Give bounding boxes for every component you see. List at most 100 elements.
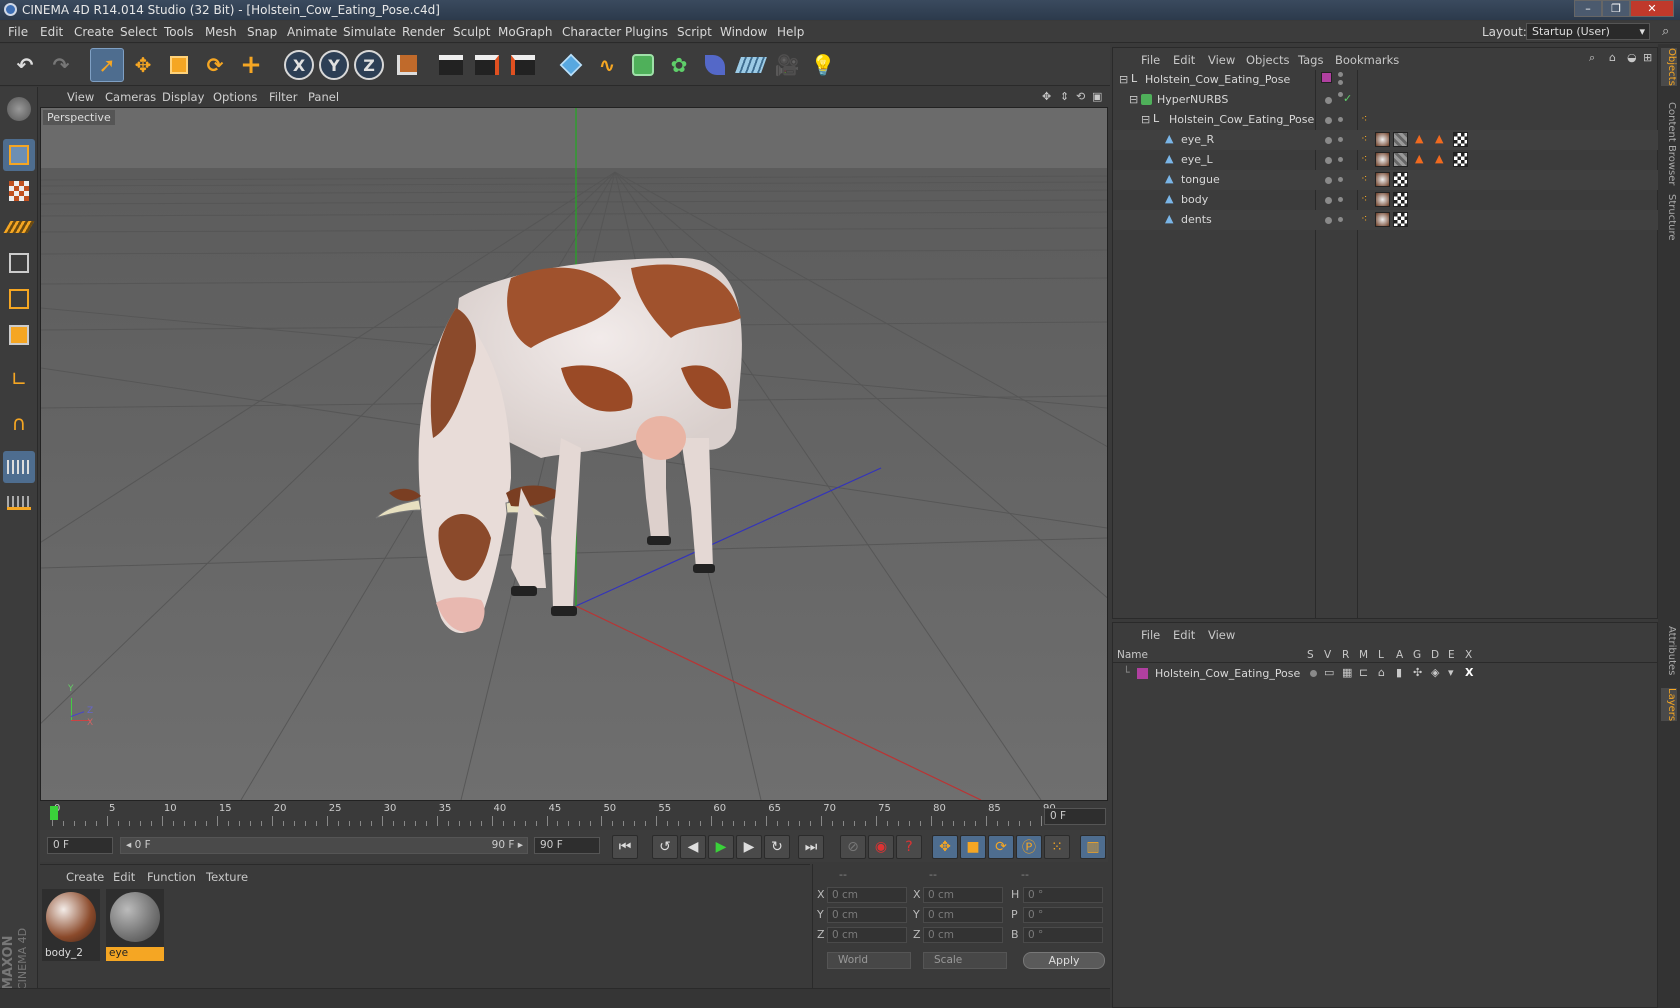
uvw-tag-icon[interactable] [1453,152,1468,167]
visibility-dot[interactable] [1338,72,1343,77]
redo-button[interactable]: ↷ [44,48,78,82]
key-rotation-button[interactable]: ⟳ [988,835,1014,859]
menu-window[interactable]: Window [720,25,767,39]
spline-button[interactable]: ∿ [590,48,624,82]
workplane-button[interactable] [3,211,35,243]
manager-icon[interactable]: ⊏ [1359,666,1368,679]
timeline-ruler[interactable]: 051015202530354045505560657075808590 0 F [40,802,1108,830]
texture-tag-icon[interactable] [1375,152,1390,167]
previous-frame-button[interactable]: ◀ [680,835,706,859]
pos-z-field[interactable]: 0 cm [827,927,907,943]
key-pla-button[interactable]: ⁙ [1044,835,1070,859]
column-deformers[interactable]: D [1431,649,1439,661]
texture-tag-icon[interactable] [1375,212,1390,227]
column-generators[interactable]: G [1413,649,1421,661]
material-menu-texture[interactable]: Texture [206,870,248,884]
menu-file[interactable]: File [8,25,28,39]
snap-button[interactable]: ∩ [3,407,35,439]
cube-button[interactable] [554,48,588,82]
maximize-button[interactable]: ❐ [1602,0,1630,17]
start-frame-field[interactable]: 0 F [47,837,113,854]
viewport-menu-panel[interactable]: Panel [308,90,339,104]
material-body-2[interactable]: body_2 [42,889,100,961]
menu-mesh[interactable]: Mesh [205,25,237,39]
range-slider[interactable]: ◂ 0 F 90 F ▸ [120,837,528,854]
column-manager[interactable]: M [1359,649,1368,661]
visibility-dot[interactable] [1325,217,1332,224]
close-button[interactable]: ✕ [1630,0,1674,17]
uvw-tag-icon[interactable] [1393,212,1408,227]
xref-icon[interactable]: X [1465,666,1473,679]
selection-tag-icon[interactable]: ▲ [1415,152,1423,165]
home-icon[interactable]: ⌂ [1609,51,1616,64]
uvw-tag-icon[interactable] [1393,172,1408,187]
model-mode-button[interactable] [3,139,35,171]
column-render[interactable]: R [1342,649,1349,661]
object-row[interactable]: ⊟ L Holstein_Cow_Eating_Pose ⁖ [1113,110,1659,130]
menu-create[interactable]: Create [74,25,114,39]
render-dot[interactable] [1338,177,1343,182]
layer-row[interactable]: └ Holstein_Cow_Eating_Pose ▭ ▦ ⊏ ⌂ ▮ ✣ ◈… [1113,665,1657,683]
viewport-menu-options[interactable]: Options [213,90,257,104]
floor-button[interactable] [734,48,768,82]
search-icon[interactable]: ⌕ [1589,51,1595,65]
key-position-button[interactable]: ✥ [932,835,958,859]
x-axis-button[interactable]: X [282,48,316,82]
layers-menu-edit[interactable]: Edit [1173,628,1195,642]
texture-tag-icon[interactable] [1375,192,1390,207]
expression-icon[interactable]: ▾ [1448,666,1454,679]
light-button[interactable]: 💡 [806,48,840,82]
column-xref[interactable]: X [1465,649,1472,661]
render-dot[interactable] [1338,117,1343,122]
polygons-mode-button[interactable] [3,319,35,351]
column-visible[interactable]: V [1324,649,1331,661]
key-parameter-button[interactable]: Ⓟ [1016,835,1042,859]
visibility-dot[interactable] [1325,157,1332,164]
render-picture-viewer-button[interactable] [470,48,504,82]
menu-script[interactable]: Script [677,25,712,39]
menu-render[interactable]: Render [402,25,445,39]
phong-tag-icon[interactable]: ⁖ [1361,152,1367,165]
camera-button[interactable]: 🎥 [770,48,804,82]
search-icon[interactable]: ⌕ [1662,24,1669,39]
pos-x-field[interactable]: 0 cm [827,887,907,903]
mograph-button[interactable]: ✿ [662,48,696,82]
menu-help[interactable]: Help [777,25,804,39]
texture-tag-icon[interactable] [1375,132,1390,147]
visibility-dot[interactable] [1325,117,1332,124]
column-expressions[interactable]: E [1448,649,1455,661]
menu-character[interactable]: Character [562,25,621,39]
texture-mode-button[interactable] [3,175,35,207]
material-eye[interactable]: eye [106,889,164,961]
menu-edit[interactable]: Edit [40,25,63,39]
tab-layers[interactable]: Layers [1661,688,1677,722]
menu-sculpt[interactable]: Sculpt [453,25,490,39]
object-row[interactable]: ▲ eye_R ⁖ ▲ ▲ [1113,130,1659,150]
object-row[interactable]: ▲ eye_L ⁖ ▲ ▲ [1113,150,1659,170]
uvw-tag-icon[interactable] [1393,192,1408,207]
viewport-menu-cameras[interactable]: Cameras [105,90,156,104]
viewport-menu-view[interactable]: View [67,90,94,104]
phong-tag-icon[interactable]: ⁖ [1361,212,1367,225]
collapse-icon[interactable]: ⊟ [1129,93,1138,106]
visibility-dot[interactable] [1325,177,1332,184]
move-button[interactable]: ✥ [126,48,160,82]
perspective-viewport[interactable]: Perspective Y Z X [40,107,1108,801]
solo-button[interactable] [3,487,35,519]
render-dot[interactable] [1338,80,1343,85]
viewport-dolly-icon[interactable]: ⇕ [1060,90,1069,103]
tab-attributes[interactable]: Attributes [1661,626,1677,675]
live-selection-button[interactable]: ➚ [90,48,124,82]
coordinate-mode-dropdown[interactable]: World [827,952,911,969]
viewport-maximize-icon[interactable]: ▣ [1092,90,1102,103]
points-mode-button[interactable] [3,247,35,279]
tab-structure[interactable]: Structure [1661,194,1677,241]
object-row[interactable]: ▲ dents ⁖ [1113,210,1659,230]
layers-menu-view[interactable]: View [1208,628,1235,642]
layer-color-swatch[interactable] [1137,668,1148,679]
object-row[interactable]: ▲ tongue ⁖ [1113,170,1659,190]
size-z-field[interactable]: 0 cm [923,927,1003,943]
collapse-icon[interactable]: ⊟ [1141,113,1150,126]
z-axis-button[interactable]: Z [352,48,386,82]
column-animation[interactable]: A [1396,649,1403,661]
